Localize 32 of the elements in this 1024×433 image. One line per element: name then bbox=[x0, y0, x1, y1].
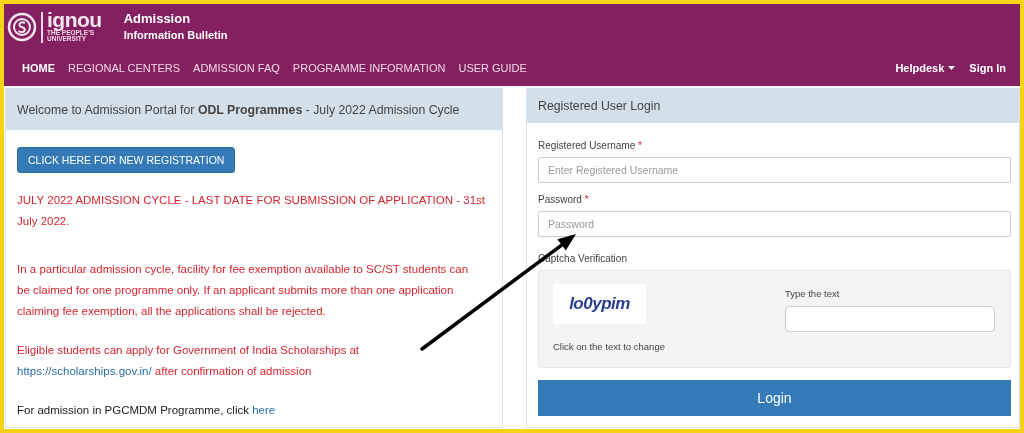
nav-link[interactable]: USER GUIDE bbox=[458, 60, 527, 76]
nav-link[interactable]: REGIONAL CENTERS bbox=[68, 60, 181, 76]
site-subtitle: Information Bulletin bbox=[123, 28, 228, 43]
input-field[interactable] bbox=[785, 306, 995, 332]
nav-link[interactable]: ADMISSION FAQ bbox=[193, 60, 280, 76]
input-field[interactable]: Password bbox=[538, 211, 1011, 237]
site-title: Admission bbox=[123, 11, 192, 29]
nav-link[interactable]: HOME bbox=[22, 60, 55, 76]
required-mark: * bbox=[584, 194, 589, 205]
register-button[interactable]: CLICK HERE FOR NEW REGISTRATION bbox=[17, 147, 236, 173]
nav-link[interactable]: Sign In bbox=[969, 60, 1006, 76]
notice-text: Eligible students can apply for Government of India Scholarships at https://scholarships.gov.in/ after confirmation of admission bbox=[17, 343, 360, 379]
field-label: Type the text bbox=[785, 288, 841, 299]
notice-text: In a particular admission cycle, facility for fee exemption available to SC/ST students can be claimed for one programme only. If an applicant submits more than one application claiming fee exemption, all the applications shall be rejected. bbox=[17, 262, 470, 319]
logo-wordmark: ignou bbox=[47, 8, 102, 30]
panel-heading: Welcome to Admission Portal for ODL Programmes - July 2022 Admission Cycle bbox=[17, 102, 460, 117]
panel-heading: Registered User Login bbox=[527, 89, 1019, 123]
emblem-icon bbox=[7, 12, 37, 42]
nav-link[interactable]: PROGRAMME INFORMATION bbox=[292, 60, 446, 76]
field-label: Registered Username * bbox=[538, 140, 643, 151]
link[interactable]: here bbox=[252, 404, 276, 416]
caret-icon bbox=[948, 66, 956, 70]
input-field[interactable]: Enter Registered Username bbox=[538, 157, 1011, 183]
field-label: Password * bbox=[538, 194, 590, 205]
captcha-image[interactable]: lo0ypim bbox=[553, 284, 646, 324]
hint-text: Click on the text to change bbox=[553, 341, 665, 352]
dropdown-menu[interactable]: Helpdesk bbox=[895, 60, 956, 76]
notice-text: JULY 2022 ADMISSION CYCLE - LAST DATE FOR SUBMISSION OF APPLICATION - 31st July 2022. bbox=[17, 193, 486, 229]
info-text: For admission in PGCMDM Programme, click here bbox=[17, 403, 277, 418]
login-button[interactable]: Login bbox=[538, 380, 1011, 416]
link[interactable]: https://scholarships.gov.in/ bbox=[17, 365, 152, 377]
required-mark: * bbox=[638, 140, 642, 151]
